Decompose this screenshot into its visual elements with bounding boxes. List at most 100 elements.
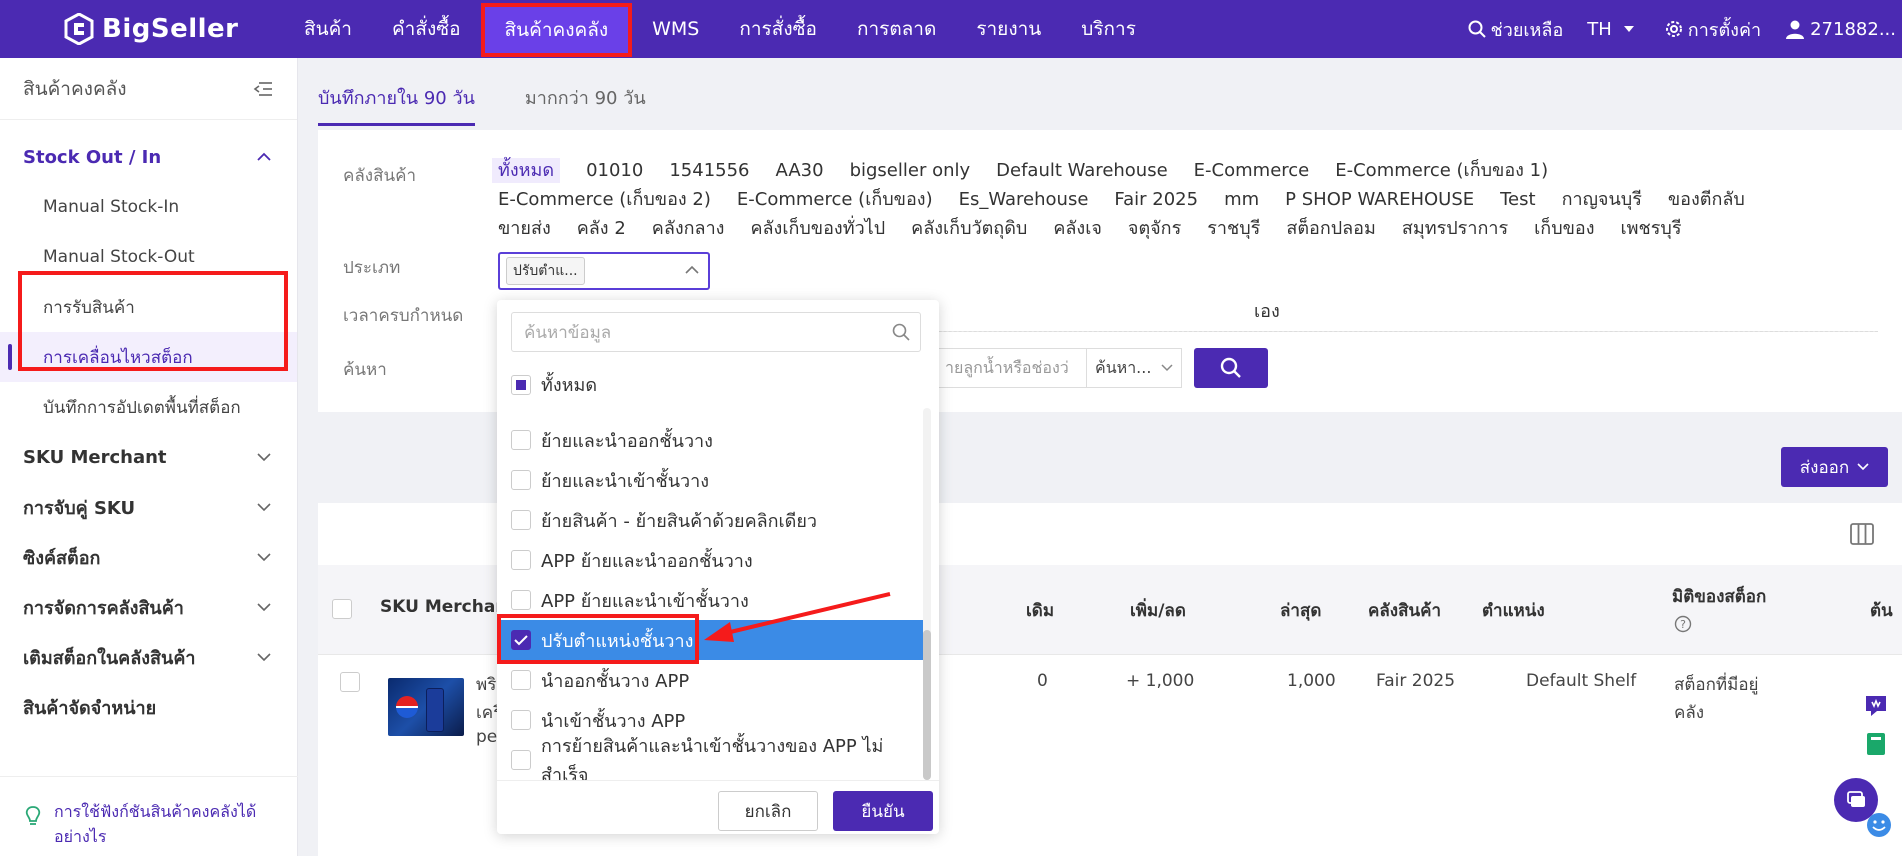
guide-book-icon[interactable] bbox=[1862, 730, 1890, 758]
row-change: + 1,000 bbox=[1126, 671, 1195, 691]
header-cut-off: ต้น bbox=[1870, 601, 1893, 621]
warehouse-option[interactable]: bigseller only bbox=[850, 158, 971, 183]
warehouse-option[interactable]: AA30 bbox=[776, 158, 824, 183]
settings-link[interactable]: การตั้งค่า bbox=[1665, 15, 1761, 44]
search-button[interactable] bbox=[1194, 348, 1268, 388]
nav-marketing[interactable]: การตลาด bbox=[837, 0, 956, 58]
dropdown-option[interactable]: นำออกชั้นวาง APP bbox=[497, 660, 929, 700]
sidebar-help-footer[interactable]: การใช้ฟังก์ชันสินค้าคงคลังได้อย่างไร bbox=[0, 776, 298, 856]
option-checkbox[interactable] bbox=[511, 550, 531, 570]
nav-products[interactable]: สินค้า bbox=[284, 0, 372, 58]
dropdown-option[interactable]: ย้ายและนำเข้าชั้นวาง bbox=[497, 460, 929, 500]
smiley-icon[interactable] bbox=[1866, 812, 1892, 838]
warehouse-option[interactable]: Fair 2025 bbox=[1114, 187, 1198, 212]
sidebar-group-stock-out-in[interactable]: Stock Out / In bbox=[0, 132, 297, 182]
user-menu[interactable]: 271882... bbox=[1785, 19, 1896, 40]
option-checkbox[interactable] bbox=[511, 670, 531, 690]
warehouse-option[interactable]: 01010 bbox=[586, 158, 643, 183]
dropdown-option[interactable]: ย้ายสินค้า - ย้ายสินค้าด้วยคลิกเดียว bbox=[497, 500, 929, 540]
nav-orders[interactable]: คำสั่งซื้อ bbox=[372, 0, 481, 58]
scrollbar-thumb[interactable] bbox=[923, 630, 931, 780]
warehouse-option[interactable]: ขายส่ง bbox=[498, 216, 551, 241]
select-all-checkbox[interactable] bbox=[332, 599, 352, 619]
cancel-button[interactable]: ยกเลิก bbox=[718, 791, 818, 831]
search-mode-select[interactable]: ค้นหา... bbox=[1086, 348, 1182, 388]
warehouse-option[interactable]: ราชบุรี bbox=[1207, 216, 1260, 241]
warehouse-option[interactable]: คลังเจ bbox=[1053, 216, 1102, 241]
warehouse-option[interactable]: จตุจักร bbox=[1128, 216, 1181, 241]
search-input[interactable]: ายลูกน้ำหรือช่องว่ bbox=[938, 348, 1086, 388]
warehouse-option[interactable]: E-Commerce (เก็บของ) bbox=[737, 187, 933, 212]
help-circle-icon[interactable]: ? bbox=[1674, 615, 1692, 633]
confirm-button[interactable]: ยืนยัน bbox=[833, 791, 933, 831]
option-checkbox[interactable] bbox=[511, 470, 531, 490]
nav-wms[interactable]: WMS bbox=[632, 0, 719, 58]
warehouse-option[interactable]: Es_Warehouse bbox=[959, 187, 1089, 212]
warehouse-option[interactable]: ทั้งหมด bbox=[492, 158, 561, 183]
type-select[interactable]: ปรับตำแ... bbox=[498, 252, 710, 290]
feedback-icon[interactable] bbox=[1862, 692, 1890, 720]
warehouse-option[interactable]: คลังกลาง bbox=[652, 216, 725, 241]
nav-inventory[interactable]: สินค้าคงคลัง bbox=[480, 3, 633, 57]
sidebar-group-distribution[interactable]: สินค้าจัดจำหน่าย bbox=[0, 682, 297, 732]
help-link[interactable]: ช่วยเหลือ bbox=[1468, 15, 1563, 44]
search-icon bbox=[1220, 357, 1241, 378]
chevron-down-icon bbox=[257, 503, 271, 512]
dropdown-option[interactable]: การย้ายสินค้าและนำเข้าชั้นวางของ APP ไม่… bbox=[497, 736, 929, 780]
warehouse-option[interactable]: E-Commerce (เก็บของ 2) bbox=[498, 187, 711, 212]
warehouse-option[interactable]: กาญจนบุรี bbox=[1562, 187, 1642, 212]
top-navbar: BigSeller สินค้า คำสั่งซื้อ สินค้าคงคลัง… bbox=[0, 0, 1902, 58]
warehouse-option[interactable]: คลังเก็บวัตถุดิบ bbox=[911, 216, 1027, 241]
export-button[interactable]: ส่งออก bbox=[1781, 447, 1888, 487]
warehouse-option[interactable]: P SHOP WAREHOUSE bbox=[1285, 187, 1474, 212]
warehouse-option[interactable]: เก็บของ bbox=[1534, 216, 1594, 241]
tab-within-90-days[interactable]: บันทึกภายใน 90 วัน bbox=[318, 83, 475, 126]
dropdown-search-input[interactable]: ค้นหาข้อมูล bbox=[511, 312, 921, 352]
chevron-down-icon bbox=[257, 453, 271, 462]
warehouse-option[interactable]: mm bbox=[1224, 187, 1259, 212]
option-checkbox[interactable] bbox=[511, 590, 531, 610]
sidebar-group-replenish[interactable]: เติมสต็อกในคลังสินค้า bbox=[0, 632, 297, 682]
sidebar-group-sync-stock[interactable]: ซิงค์สต็อก bbox=[0, 532, 297, 582]
sidebar-group-label: SKU Merchant bbox=[23, 446, 167, 468]
sidebar-group-warehouse-management[interactable]: การจัดการคลังสินค้า bbox=[0, 582, 297, 632]
warehouse-option[interactable]: คลังเก็บของทั่วไป bbox=[750, 216, 885, 241]
collapse-menu-icon[interactable] bbox=[253, 81, 273, 97]
warehouse-option[interactable]: E-Commerce bbox=[1194, 158, 1310, 183]
dropdown-option[interactable]: APP ย้ายและนำออกชั้นวาง bbox=[497, 540, 929, 580]
warehouse-option[interactable]: Test bbox=[1500, 187, 1535, 212]
option-checkbox[interactable] bbox=[511, 430, 531, 450]
nav-services[interactable]: บริการ bbox=[1061, 0, 1156, 58]
sidebar-item-stock-location-log[interactable]: บันทึกการอัปเดตพื้นที่สต็อก bbox=[0, 382, 297, 432]
nav-reports[interactable]: รายงาน bbox=[956, 0, 1061, 58]
sidebar-item-manual-stock-in[interactable]: Manual Stock-In bbox=[0, 182, 297, 232]
nav-purchase[interactable]: การสั่งซื้อ bbox=[719, 0, 837, 58]
warehouse-option[interactable]: Default Warehouse bbox=[996, 158, 1168, 183]
dropdown-select-all[interactable]: ทั้งหมด bbox=[511, 370, 597, 399]
tab-over-90-days[interactable]: มากกว่า 90 วัน bbox=[525, 83, 646, 126]
option-checkbox[interactable] bbox=[511, 510, 531, 530]
option-checkbox[interactable] bbox=[511, 750, 531, 770]
warehouse-option[interactable]: คลัง 2 bbox=[577, 216, 626, 241]
search-icon bbox=[892, 323, 910, 341]
columns-icon[interactable] bbox=[1850, 523, 1874, 545]
option-checkbox[interactable] bbox=[511, 710, 531, 730]
warehouse-option[interactable]: สมุทรปราการ bbox=[1402, 216, 1508, 241]
brand-logo[interactable]: BigSeller bbox=[64, 13, 274, 45]
select-all-checkbox[interactable] bbox=[511, 374, 531, 395]
chevron-down-icon bbox=[257, 653, 271, 662]
sidebar-group-sku-merchant[interactable]: SKU Merchant bbox=[0, 432, 297, 482]
warehouse-option[interactable]: 1541556 bbox=[669, 158, 749, 183]
warehouse-option[interactable]: E-Commerce (เก็บของ 1) bbox=[1335, 158, 1548, 183]
sidebar-group-sku-mapping[interactable]: การจับคู่ SKU bbox=[0, 482, 297, 532]
warehouse-option[interactable]: เพชรบุรี bbox=[1621, 216, 1682, 241]
row-checkbox[interactable] bbox=[340, 672, 360, 692]
language-select[interactable]: TH bbox=[1587, 19, 1641, 40]
search-filter-label: ค้นหา bbox=[343, 360, 387, 380]
deadline-option-partial[interactable]: เอง bbox=[1254, 296, 1280, 325]
dropdown-scrollbar[interactable] bbox=[923, 408, 931, 780]
warehouse-option[interactable]: ของตีกลับ bbox=[1668, 187, 1745, 212]
dropdown-option[interactable]: ย้ายและนำออกชั้นวาง bbox=[497, 420, 929, 460]
warehouse-option[interactable]: สต็อกปลอม bbox=[1286, 216, 1376, 241]
type-filter-label: ประเภท bbox=[343, 258, 401, 278]
